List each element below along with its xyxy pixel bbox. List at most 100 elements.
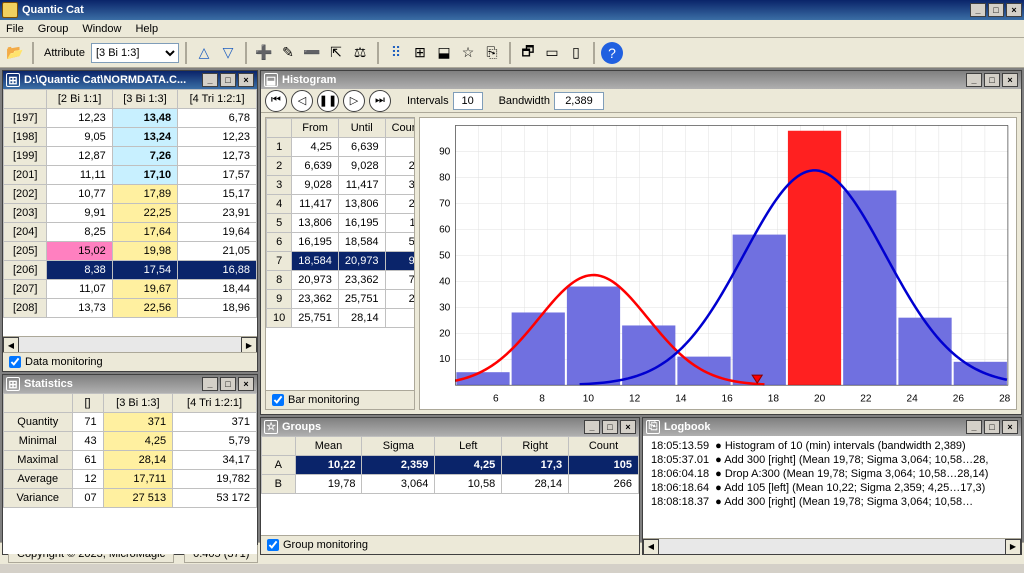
stats-title: Statistics xyxy=(24,378,73,390)
minimize-button[interactable]: _ xyxy=(970,3,986,17)
grid-dots-icon[interactable]: ⠿ xyxy=(385,42,407,64)
stats-table[interactable]: [][3 Bi 1:3][4 Tri 1:2:1]Quantity7137137… xyxy=(3,393,257,508)
panel-max[interactable]: □ xyxy=(984,420,1000,434)
triangle-up-icon[interactable]: △ xyxy=(193,42,215,64)
intervals-label: Intervals xyxy=(407,95,449,107)
panel-min[interactable]: _ xyxy=(584,420,600,434)
histogram-icon: ⬓ xyxy=(264,73,278,87)
svg-text:80: 80 xyxy=(439,173,451,184)
svg-text:14: 14 xyxy=(675,393,687,404)
histogram-chart[interactable]: 1020304050607080906810121416182022242628 xyxy=(419,117,1017,410)
data-icon: ⊞ xyxy=(6,73,20,87)
attribute-label: Attribute xyxy=(44,47,85,59)
app-title: Quantic Cat xyxy=(22,4,84,16)
scale-icon[interactable]: ⚖ xyxy=(349,42,371,64)
panel-close[interactable]: × xyxy=(1002,420,1018,434)
cascade-icon[interactable]: 🗗 xyxy=(517,42,539,64)
star-icon[interactable]: ☆ xyxy=(457,42,479,64)
add-icon[interactable]: ➕ xyxy=(253,42,275,64)
panel-min[interactable]: _ xyxy=(202,73,218,87)
menu-file[interactable]: File xyxy=(6,23,24,35)
groups-title: Groups xyxy=(282,421,321,433)
svg-text:20: 20 xyxy=(439,328,451,339)
group-monitoring-checkbox[interactable] xyxy=(267,539,279,551)
svg-text:40: 40 xyxy=(439,276,451,287)
intervals-table[interactable]: FromUntilCount14,256,639526,6399,0282839… xyxy=(266,118,414,328)
panel-min[interactable]: _ xyxy=(966,420,982,434)
clipboard-icon[interactable]: ⎘ xyxy=(481,42,503,64)
svg-text:18: 18 xyxy=(768,393,780,404)
bar-monitoring-checkbox[interactable] xyxy=(272,394,284,406)
app-icon xyxy=(2,2,18,18)
prev-button[interactable]: ◁ xyxy=(291,90,313,112)
panel-close[interactable]: × xyxy=(238,73,254,87)
svg-text:22: 22 xyxy=(860,393,872,404)
chart-icon[interactable]: ⬓ xyxy=(433,42,455,64)
svg-text:10: 10 xyxy=(583,393,595,404)
groups-table[interactable]: MeanSigmaLeftRightCountA10,222,3594,2517… xyxy=(261,436,639,494)
scroll-left[interactable]: ◀ xyxy=(3,337,19,353)
panel-max[interactable]: □ xyxy=(220,73,236,87)
window-controls: _ □ × xyxy=(968,3,1022,17)
panel-min[interactable]: _ xyxy=(966,73,982,87)
scroll-right[interactable]: ▶ xyxy=(241,337,257,353)
data-monitoring-label: Data monitoring xyxy=(3,352,257,371)
main-toolbar: 📂 Attribute [3 Bi 1:3] △ ▽ ➕ ✎ ➖ ⇱ ⚖ ⠿ ⊞… xyxy=(0,38,1024,68)
svg-text:20: 20 xyxy=(814,393,826,404)
maximize-button[interactable]: □ xyxy=(988,3,1004,17)
stats-icon: ⊞ xyxy=(6,377,20,391)
group-monitoring-label: Group monitoring xyxy=(261,535,639,554)
tile-h-icon[interactable]: ▭ xyxy=(541,42,563,64)
panel-max[interactable]: □ xyxy=(602,420,618,434)
panel-min[interactable]: _ xyxy=(202,377,218,391)
close-button[interactable]: × xyxy=(1006,3,1022,17)
panel-close[interactable]: × xyxy=(620,420,636,434)
titlebar: Quantic Cat _ □ × xyxy=(0,0,1024,20)
remove-icon[interactable]: ➖ xyxy=(301,42,323,64)
last-button[interactable]: ⏭ xyxy=(369,90,391,112)
panel-max[interactable]: □ xyxy=(220,377,236,391)
next-button[interactable]: ▷ xyxy=(343,90,365,112)
help-icon[interactable]: ? xyxy=(601,42,623,64)
workspace: ⊞ D:\Quantic Cat\NORMDATA.C... _□× [2 Bi… xyxy=(0,68,1024,542)
svg-text:60: 60 xyxy=(439,224,451,235)
logbook-body[interactable]: 18:05:13.59Histogram of 10 (min) interva… xyxy=(643,436,1021,538)
bandwidth-label: Bandwidth xyxy=(499,95,550,107)
bandwidth-input[interactable] xyxy=(554,92,604,110)
groups-panel: ☆ Groups _□× MeanSigmaLeftRightCountA10,… xyxy=(260,417,640,555)
svg-text:50: 50 xyxy=(439,250,451,261)
expand-icon[interactable]: ⇱ xyxy=(325,42,347,64)
scroll-right[interactable]: ▶ xyxy=(1005,539,1021,555)
first-button[interactable]: ⏮ xyxy=(265,90,287,112)
edit-icon[interactable]: ✎ xyxy=(277,42,299,64)
data-table[interactable]: [2 Bi 1:1][3 Bi 1:3][4 Tri 1:2:1][197]12… xyxy=(3,89,257,318)
svg-text:6: 6 xyxy=(493,393,499,404)
logbook-panel: ⎘ Logbook _□× 18:05:13.59Histogram of 10… xyxy=(642,417,1022,555)
svg-text:16: 16 xyxy=(722,393,734,404)
tile-v-icon[interactable]: ▯ xyxy=(565,42,587,64)
groups-icon: ☆ xyxy=(264,420,278,434)
scroll-left[interactable]: ◀ xyxy=(643,539,659,555)
svg-text:90: 90 xyxy=(439,147,451,158)
menubar: File Group Window Help xyxy=(0,20,1024,38)
pause-button[interactable]: ❚❚ xyxy=(317,90,339,112)
svg-text:10: 10 xyxy=(439,354,451,365)
open-icon[interactable]: 📂 xyxy=(4,42,26,64)
attribute-select[interactable]: [3 Bi 1:3] xyxy=(91,43,179,63)
menu-group[interactable]: Group xyxy=(38,23,69,35)
hist-title: Histogram xyxy=(282,74,336,86)
svg-text:24: 24 xyxy=(907,393,919,404)
panel-max[interactable]: □ xyxy=(984,73,1000,87)
panel-close[interactable]: × xyxy=(1002,73,1018,87)
data-monitoring-checkbox[interactable] xyxy=(9,356,21,368)
intervals-input[interactable] xyxy=(453,92,483,110)
menu-window[interactable]: Window xyxy=(82,23,121,35)
menu-help[interactable]: Help xyxy=(135,23,158,35)
triangle-down-icon[interactable]: ▽ xyxy=(217,42,239,64)
grid-icon[interactable]: ⊞ xyxy=(409,42,431,64)
svg-text:8: 8 xyxy=(539,393,545,404)
svg-text:28: 28 xyxy=(999,393,1011,404)
panel-close[interactable]: × xyxy=(238,377,254,391)
data-panel-title: D:\Quantic Cat\NORMDATA.C... xyxy=(24,74,186,86)
stats-panel: ⊞ Statistics _□× [][3 Bi 1:3][4 Tri 1:2:… xyxy=(2,374,258,555)
